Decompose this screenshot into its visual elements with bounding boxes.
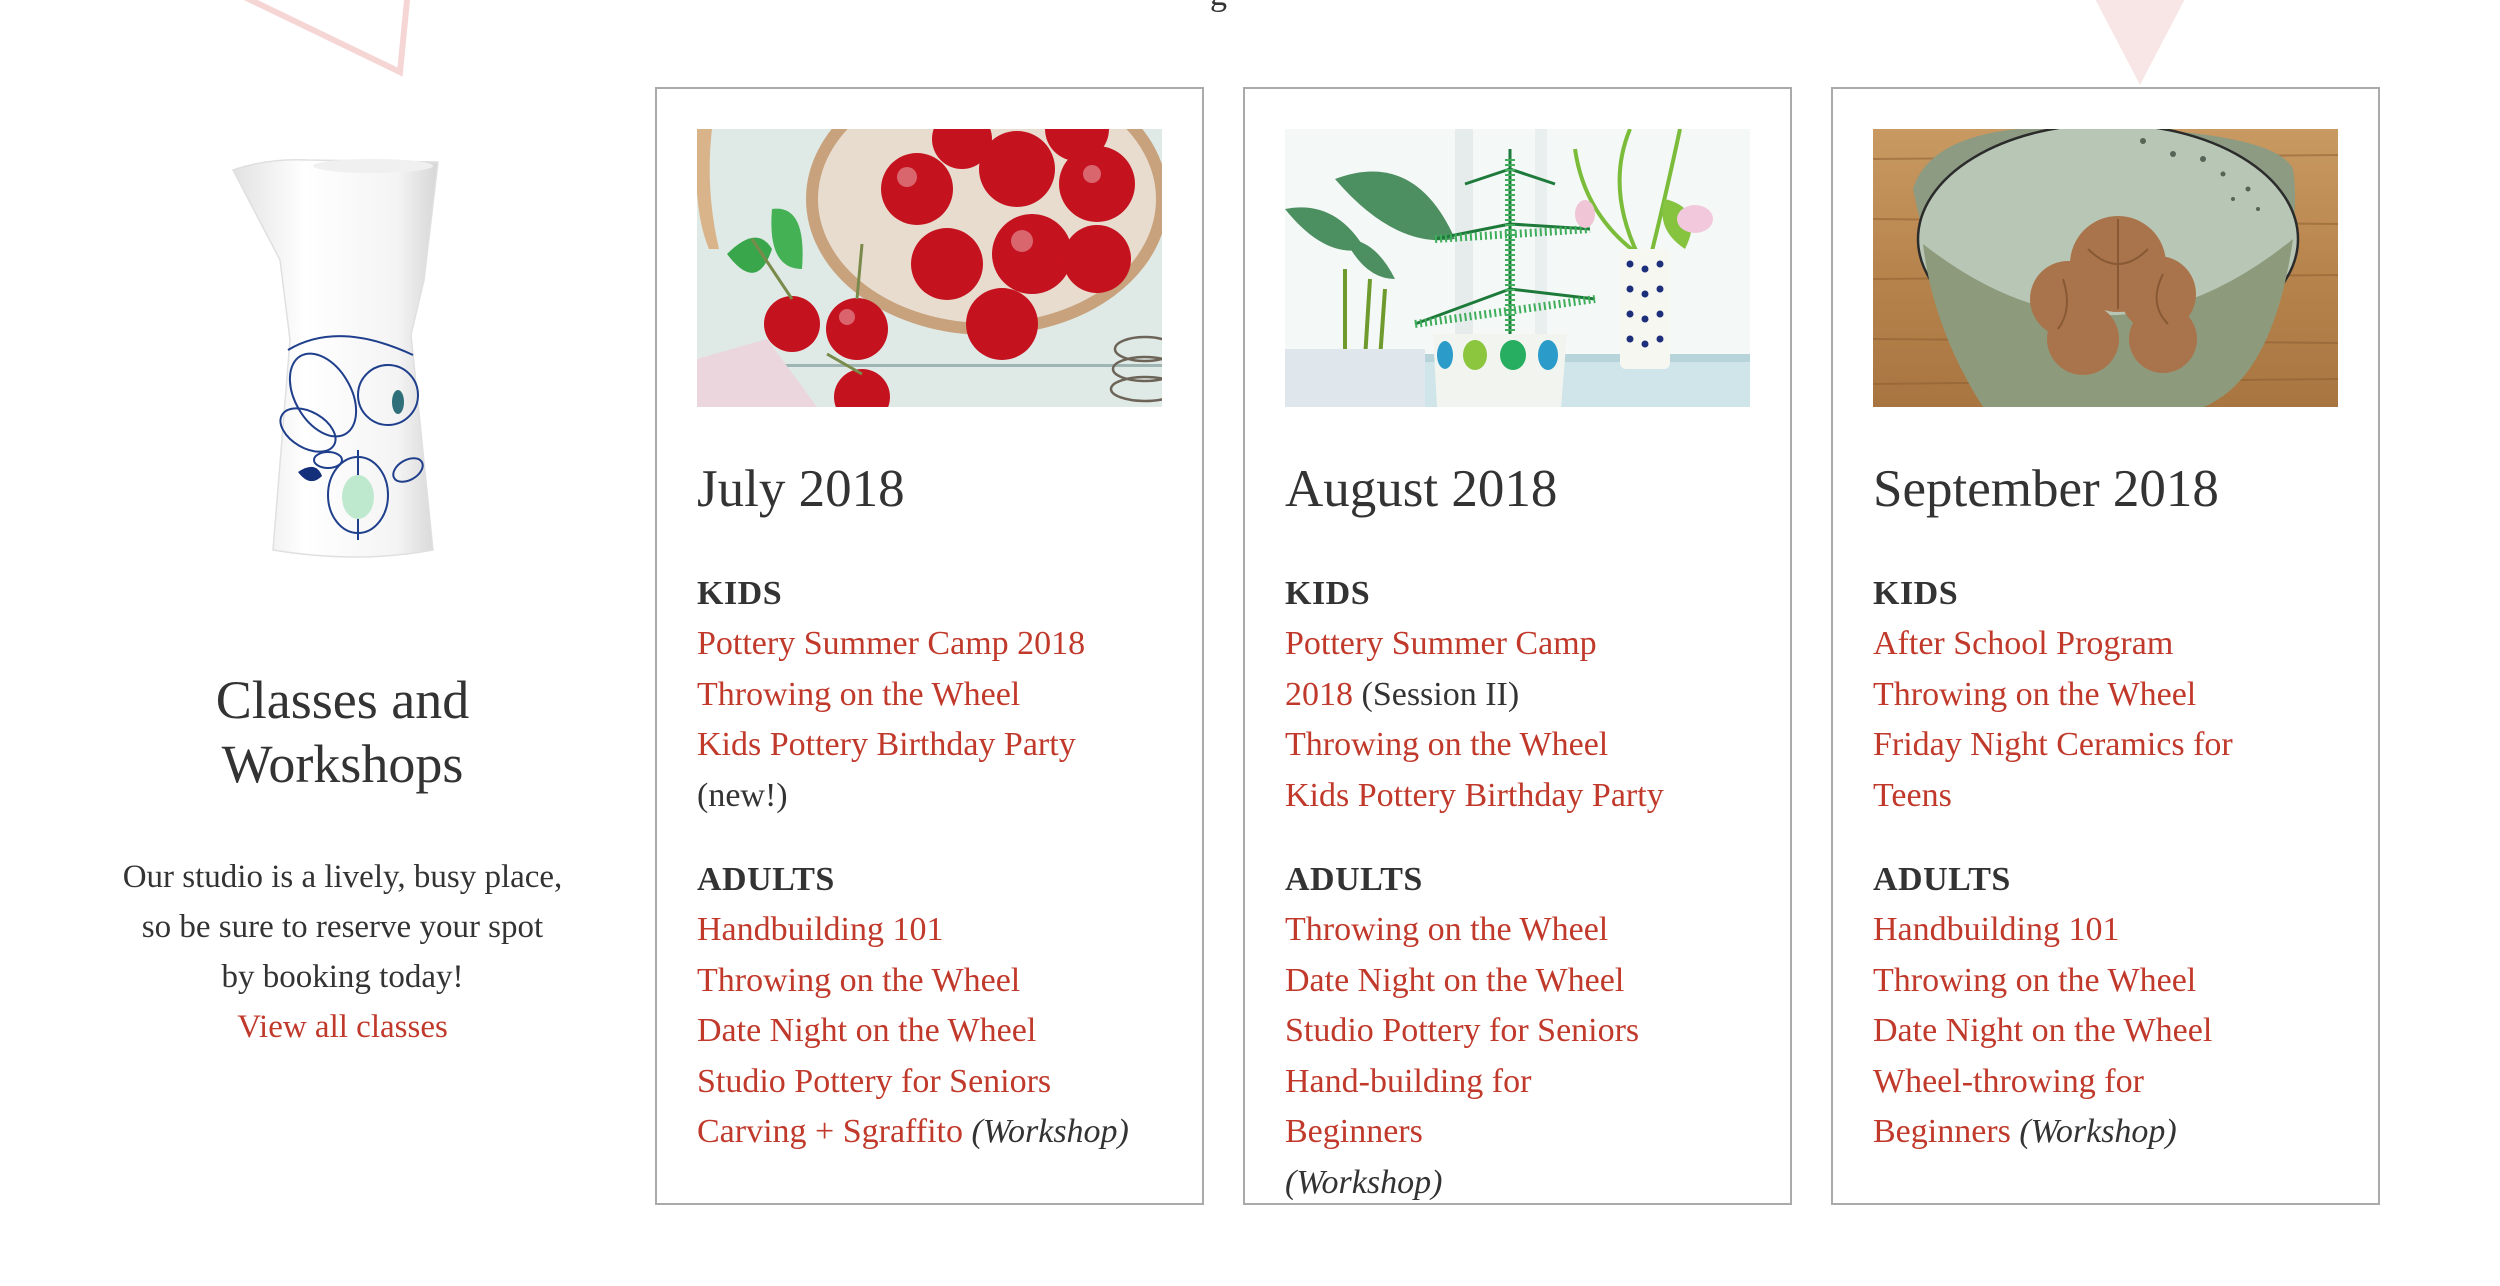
workshop-note: (Workshop)	[2019, 1113, 2177, 1150]
class-item: Pottery Summer Camp 2018 (Session II)	[1285, 619, 1645, 720]
month-image	[1285, 129, 1750, 407]
class-item: Date Night on the Wheel	[1285, 956, 1755, 1007]
class-link[interactable]: Date Night on the Wheel	[697, 1012, 1036, 1049]
class-item: Throwing on the Wheel	[1873, 956, 2343, 1007]
month-title: July 2018	[697, 460, 905, 518]
month-title: August 2018	[1285, 460, 1558, 518]
workshop-note: (Workshop)	[971, 1113, 1129, 1150]
class-item: Throwing on the Wheel	[697, 956, 1167, 1007]
class-link[interactable]: Friday Night Ceramics for Teens	[1873, 726, 2233, 814]
class-link[interactable]: Throwing on the Wheel	[1285, 726, 1608, 763]
class-item: Studio Pottery for Seniors	[697, 1057, 1167, 1108]
kids-label: KIDS	[1873, 575, 1959, 612]
adults-label: ADULTS	[697, 861, 835, 898]
kids-class-list: After School Program Throwing on the Whe…	[1873, 619, 2343, 821]
class-item: Carving + Sgraffito (Workshop)	[697, 1107, 1167, 1158]
class-link[interactable]: Hand-building for Beginners	[1285, 1063, 1531, 1151]
class-item: Date Night on the Wheel	[697, 1006, 1167, 1057]
class-link[interactable]: Carving + Sgraffito	[697, 1113, 963, 1150]
class-link[interactable]: Kids Pottery Birthday Party	[697, 726, 1076, 763]
class-item: Handbuilding 101	[1873, 905, 2343, 956]
class-link[interactable]: Date Night on the Wheel	[1873, 1012, 2212, 1049]
kids-class-list: Pottery Summer Camp 2018 Throwing on the…	[697, 619, 1167, 821]
kids-label: KIDS	[697, 575, 783, 612]
class-item: Wheel-throwing for Beginners (Workshop)	[1873, 1057, 2193, 1158]
class-item: Studio Pottery for Seniors	[1285, 1006, 1755, 1057]
month-card-body: July 2018 KIDS Pottery Summer Camp 2018 …	[697, 459, 1167, 1158]
class-item: Throwing on the Wheel	[1285, 720, 1755, 771]
kids-class-list: Pottery Summer Camp 2018 (Session II) Th…	[1285, 619, 1755, 821]
adults-label: ADULTS	[1873, 861, 2011, 898]
month-card-august: August 2018 KIDS Pottery Summer Camp 201…	[1243, 87, 1792, 1205]
class-link[interactable]: Studio Pottery for Seniors	[697, 1063, 1051, 1100]
class-link[interactable]: Studio Pottery for Seniors	[1285, 1012, 1639, 1049]
month-image	[697, 129, 1162, 407]
class-item: Throwing on the Wheel	[1285, 905, 1755, 956]
class-link[interactable]: Handbuilding 101	[1873, 911, 2119, 948]
month-card-july: July 2018 KIDS Pottery Summer Camp 2018 …	[655, 87, 1204, 1205]
class-link[interactable]: Throwing on the Wheel	[1873, 676, 2196, 713]
month-title: September 2018	[1873, 460, 2219, 518]
month-card-body: September 2018 KIDS After School Program…	[1873, 459, 2343, 1158]
adults-label: ADULTS	[1285, 861, 1423, 898]
class-item: After School Program	[1873, 619, 2343, 670]
triangle-outline-decoration	[243, 0, 411, 77]
adults-class-list: Handbuilding 101 Throwing on the Wheel D…	[1873, 905, 2343, 1158]
class-link[interactable]: After School Program	[1873, 625, 2173, 662]
class-item: Throwing on the Wheel	[1873, 670, 2343, 721]
class-link[interactable]: Throwing on the Wheel	[697, 676, 1020, 713]
pitcher-illustration-icon	[231, 158, 439, 558]
intro-title: Classes and Workshops	[215, 670, 470, 794]
class-item: Hand-building for Beginners (Workshop)	[1285, 1057, 1585, 1209]
month-image	[1873, 129, 2338, 407]
class-link[interactable]: Throwing on the Wheel	[697, 962, 1020, 999]
kids-label: KIDS	[1285, 575, 1371, 612]
month-card-body: August 2018 KIDS Pottery Summer Camp 201…	[1285, 459, 1755, 1208]
cropped-heading-glyph: g	[1210, 0, 1227, 12]
class-link[interactable]: Throwing on the Wheel	[1285, 911, 1608, 948]
class-item: Kids Pottery Birthday Party	[1285, 771, 1755, 822]
class-item: Kids Pottery Birthday Party (new!)	[697, 720, 1167, 821]
view-all-classes-link[interactable]: View all classes	[237, 1002, 448, 1052]
cherries-photo-icon	[697, 129, 1162, 407]
intro-description: Our studio is a lively, busy place, so b…	[123, 852, 563, 1052]
class-note: (new!)	[697, 776, 788, 814]
class-link[interactable]: Pottery Summer Camp 2018	[697, 625, 1085, 662]
class-item: Throwing on the Wheel	[697, 670, 1167, 721]
adults-class-list: Handbuilding 101 Throwing on the Wheel D…	[697, 905, 1167, 1158]
adults-class-list: Throwing on the Wheel Date Night on the …	[1285, 905, 1755, 1208]
plants-photo-icon	[1285, 129, 1750, 407]
class-item: Handbuilding 101	[697, 905, 1167, 956]
class-item: Date Night on the Wheel	[1873, 1006, 2343, 1057]
class-item: Pottery Summer Camp 2018	[697, 619, 1167, 670]
intro-section: Classes and Workshops Our studio is a li…	[100, 150, 585, 1052]
triangle-filled-decoration	[2095, 0, 2185, 85]
class-link[interactable]: Date Night on the Wheel	[1285, 962, 1624, 999]
class-link[interactable]: Kids Pottery Birthday Party	[1285, 777, 1664, 814]
class-note: (Session II)	[1361, 675, 1520, 713]
walnuts-photo-icon	[1873, 129, 2338, 407]
class-link[interactable]: Throwing on the Wheel	[1873, 962, 2196, 999]
intro-description-text: Our studio is a lively, busy place, so b…	[122, 859, 563, 995]
month-card-september: September 2018 KIDS After School Program…	[1831, 87, 2380, 1205]
class-item: Friday Night Ceramics for Teens	[1873, 720, 2293, 821]
workshop-note: (Workshop)	[1285, 1163, 1443, 1201]
class-link[interactable]: Handbuilding 101	[697, 911, 943, 948]
